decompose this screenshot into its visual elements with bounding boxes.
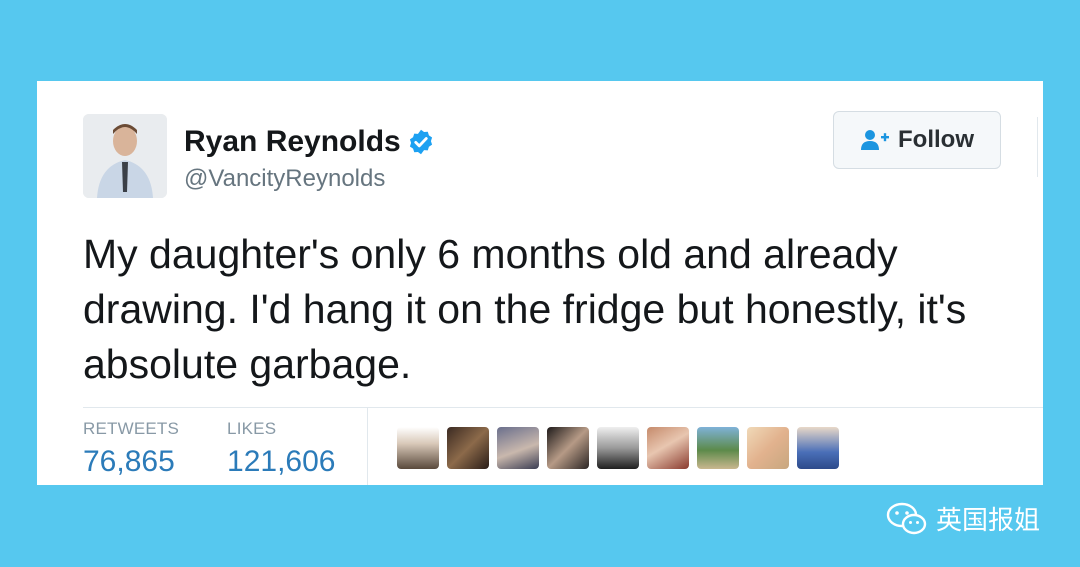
follow-label: Follow bbox=[898, 126, 974, 153]
verified-icon bbox=[409, 129, 432, 155]
liker-avatar[interactable] bbox=[797, 427, 839, 469]
profile-avatar[interactable] bbox=[83, 114, 167, 198]
follow-button[interactable]: Follow bbox=[833, 111, 1001, 169]
likes-stat[interactable]: LIKES 121,606 bbox=[227, 419, 335, 479]
liker-avatar[interactable] bbox=[597, 427, 639, 469]
liker-avatar[interactable] bbox=[397, 427, 439, 469]
retweets-stat[interactable]: RETWEETS 76,865 bbox=[83, 419, 179, 479]
liker-avatar[interactable] bbox=[497, 427, 539, 469]
tweet-stats: RETWEETS 76,865 LIKES 121,606 bbox=[83, 419, 384, 479]
liker-avatar[interactable] bbox=[547, 427, 589, 469]
avatar-image bbox=[83, 114, 167, 198]
display-name[interactable]: Ryan Reynolds bbox=[184, 125, 401, 159]
liker-avatar[interactable] bbox=[647, 427, 689, 469]
retweets-count: 76,865 bbox=[83, 445, 175, 478]
watermark-label: 英国报姐 bbox=[936, 505, 1041, 535]
likes-label: LIKES bbox=[227, 419, 277, 438]
wechat-icon bbox=[886, 502, 927, 534]
follow-person-icon bbox=[861, 130, 889, 150]
wechat-watermark: 英国报姐 bbox=[886, 500, 1040, 537]
user-handle[interactable]: @VancityReynolds bbox=[184, 165, 385, 193]
retweets-label: RETWEETS bbox=[83, 419, 180, 438]
liker-avatar[interactable] bbox=[747, 427, 789, 469]
stats-separator bbox=[367, 407, 368, 485]
liker-avatar[interactable] bbox=[697, 427, 739, 469]
liker-avatar[interactable] bbox=[447, 427, 489, 469]
card-edge-divider bbox=[1037, 117, 1038, 177]
tweet-text: My daughter's only 6 months old and alre… bbox=[83, 231, 967, 387]
tweet-card: Ryan Reynolds @VancityReynolds Follow My… bbox=[37, 81, 1043, 485]
name-row: Ryan Reynolds bbox=[184, 125, 435, 159]
likers-avatars bbox=[397, 427, 847, 469]
likes-count: 121,606 bbox=[227, 445, 336, 478]
stats-divider bbox=[83, 407, 1043, 408]
